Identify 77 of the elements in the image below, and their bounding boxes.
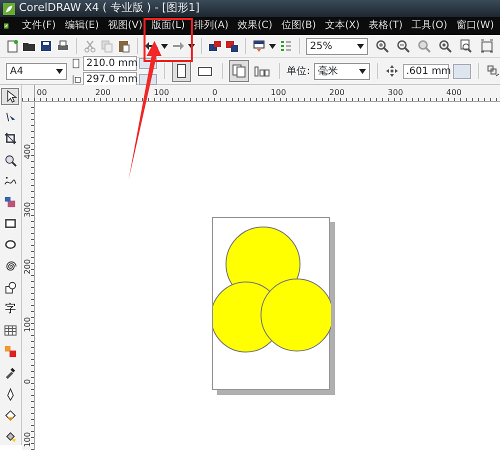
smart-fill-icon — [4, 196, 17, 210]
units-dropdown[interactable]: 毫米 — [314, 62, 370, 80]
all-pages-button[interactable] — [229, 60, 249, 82]
ruler-label: 00 — [36, 88, 47, 97]
paste-icon[interactable] — [117, 39, 131, 53]
menu-item[interactable]: 窗口(W) — [453, 17, 497, 35]
caret-icon — [359, 68, 366, 74]
nudge-icon — [385, 64, 400, 78]
duplicate-distance-icon — [486, 64, 500, 78]
menu-item[interactable]: 文本(X) — [322, 17, 363, 35]
ruler-label: 300 — [22, 202, 33, 217]
menu-item[interactable]: 表格(T) — [366, 17, 406, 35]
export-icon[interactable] — [225, 39, 239, 53]
basic-shapes-icon — [4, 280, 17, 294]
ruler-label: 0 — [22, 378, 33, 384]
fill-icon — [4, 408, 17, 422]
shape-icon — [4, 111, 17, 124]
menu-item[interactable]: 工具(O) — [408, 17, 450, 35]
nudge-distance-field[interactable]: .601 mm — [403, 64, 450, 78]
caret-icon[interactable] — [188, 44, 195, 48]
portrait-button[interactable] — [172, 60, 192, 82]
rectangle-icon — [4, 217, 17, 230]
zoom-icon — [4, 154, 17, 167]
save-icon[interactable] — [39, 39, 53, 53]
page-thumbnails-icon — [254, 65, 270, 77]
import-icon[interactable] — [208, 39, 222, 53]
ruler-label: 200 — [95, 88, 111, 97]
interactive-fill-icon — [4, 430, 17, 443]
zoom-selected-icon[interactable] — [417, 39, 431, 53]
ruler-label: 300 — [388, 88, 404, 97]
zoom-out-icon[interactable] — [396, 39, 410, 53]
menu-item[interactable]: 排列(A) — [190, 17, 232, 35]
page-height-field[interactable]: 297.0 mm — [83, 72, 138, 86]
ruler-label: 100 — [22, 432, 33, 447]
zoom-all-icon[interactable] — [438, 39, 452, 53]
page-outline-icon — [198, 66, 212, 76]
ruler-label: 100 — [154, 88, 170, 97]
menu-item[interactable]: 编辑(E) — [62, 17, 102, 35]
pick-tool[interactable] — [1, 88, 20, 106]
table-icon — [4, 324, 17, 337]
units-label: 单位: — [286, 64, 310, 78]
caret-icon[interactable] — [161, 44, 168, 48]
spiral-icon — [4, 260, 17, 273]
zoom-in-icon[interactable] — [375, 39, 389, 53]
application-launcher-icon[interactable] — [252, 39, 266, 53]
crop-icon — [4, 132, 17, 146]
page-width-field[interactable]: 210.0 mm — [83, 56, 138, 70]
new-document-icon[interactable] — [5, 39, 19, 53]
ruler-label: 200 — [329, 88, 345, 97]
ruler-label: 400 — [22, 144, 33, 160]
blend-icon — [4, 345, 17, 358]
menu-item[interactable]: 文件(F) — [19, 17, 59, 35]
window-title: CorelDRAW X4 ( 专业版 ) - [图形1] — [19, 0, 200, 16]
ruler-label: 100 — [270, 88, 286, 97]
ellipse-icon — [4, 238, 17, 252]
zoom-width-icon[interactable] — [480, 39, 494, 53]
options-icon[interactable] — [279, 39, 293, 53]
print-icon[interactable] — [56, 39, 70, 53]
ruler-label: 200 — [22, 259, 33, 274]
page-outline-icon — [177, 64, 186, 78]
menu-item[interactable]: 位图(B) — [278, 17, 320, 35]
zoom-page-icon[interactable] — [459, 39, 473, 53]
zoom-level-dropdown[interactable]: 25% — [306, 38, 368, 54]
menu-item[interactable]: 版面(L) — [148, 17, 188, 35]
caret-icon — [357, 44, 364, 48]
ruler-label: 0 — [212, 88, 218, 97]
ruler-label: 100 — [22, 316, 33, 332]
menu-item[interactable]: 效果(C) — [234, 17, 276, 35]
ruler-label: 400 — [446, 88, 462, 97]
eyedropper-icon — [4, 366, 17, 380]
menu-item[interactable]: 视图(V) — [104, 17, 146, 35]
paper-size-dropdown[interactable]: A4 — [6, 62, 68, 80]
pages-icon — [232, 64, 246, 78]
text-tool[interactable]: 字 — [1, 300, 20, 318]
caret-icon[interactable] — [269, 44, 276, 48]
caret-icon — [56, 68, 64, 74]
app-logo-icon — [3, 2, 15, 14]
